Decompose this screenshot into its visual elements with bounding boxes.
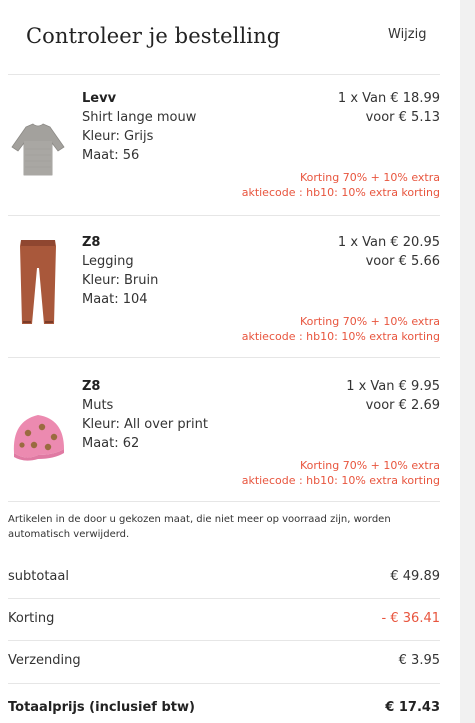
item-size: Maat: 104 [82,292,148,307]
item-sale-price: voor € 5.13 [365,110,440,125]
item-name: Legging [82,254,134,269]
item-discount: Korting 70% + 10% extra aktiecode : hb10… [242,314,440,344]
shipping-label: Verzending [8,653,81,668]
order-item: Levv Shirt lange mouw Kleur: Grijs Maat:… [8,89,440,231]
item-qty-price: 1 x Van € 20.95 [337,235,440,250]
item-brand: Levv [82,91,117,106]
subtotal-value: € 49.89 [390,569,440,584]
promo-code-line: aktiecode : hb10: 10% extra korting [241,474,440,487]
item-sale-price: voor € 2.69 [365,398,440,413]
divider [8,501,440,502]
item-color: Kleur: All over print [82,417,208,432]
shipping-value: € 3.95 [398,653,440,668]
subtotal-label: subtotaal [8,569,69,584]
stock-note: Artikelen in de door u gekozen maat, die… [8,514,391,540]
item-name: Muts [82,398,114,413]
item-price: 1 x Van € 18.99 voor € 5.13 [338,89,440,127]
divider [8,640,440,641]
total-label: Totaalprijs (inclusief btw) [8,700,195,715]
scrollbar[interactable] [460,0,475,723]
product-image-shirt [11,123,65,176]
discount-line: Korting 70% + 10% extra [299,459,440,472]
total-row: Totaalprijs (inclusief btw) € 17.43 [8,700,440,720]
subtotal-row: subtotaal € 49.89 [8,569,440,589]
item-info: Z8 Muts Kleur: All over print Maat: 62 [82,377,208,453]
order-review-panel: Controleer je bestelling Wijzig Levv Shi… [0,0,451,723]
item-qty-price: 1 x Van € 18.99 [337,91,440,106]
item-price: 1 x Van € 9.95 voor € 2.69 [346,377,440,415]
item-color: Kleur: Bruin [82,273,159,288]
item-info: Levv Shirt lange mouw Kleur: Grijs Maat:… [82,89,196,165]
item-name: Shirt lange mouw [82,110,197,125]
promo-code-line: aktiecode : hb10: 10% extra korting [241,186,440,199]
discount-label: Korting [8,611,55,626]
item-size: Maat: 62 [82,436,140,451]
product-image-legging [20,240,56,324]
order-item: Z8 Muts Kleur: All over print Maat: 62 1… [8,377,440,519]
discount-line: Korting 70% + 10% extra [299,171,440,184]
page-title: Controleer je bestelling [26,24,281,48]
item-brand: Z8 [82,235,101,250]
shipping-row: Verzending € 3.95 [8,653,440,673]
item-info: Z8 Legging Kleur: Bruin Maat: 104 [82,233,158,309]
discount-value: - € 36.41 [381,611,440,626]
total-value: € 17.43 [385,700,440,715]
discount-row: Korting - € 36.41 [8,611,440,631]
header: Controleer je bestelling Wijzig [0,0,451,75]
item-sale-price: voor € 5.66 [365,254,440,269]
item-discount: Korting 70% + 10% extra aktiecode : hb10… [242,170,440,200]
promo-code-line: aktiecode : hb10: 10% extra korting [241,330,440,343]
item-color: Kleur: Grijs [82,129,154,144]
divider [8,683,440,684]
divider [8,74,440,75]
item-qty-price: 1 x Van € 9.95 [346,379,440,394]
item-brand: Z8 [82,379,101,394]
edit-link[interactable]: Wijzig [388,27,426,42]
item-size: Maat: 56 [82,148,140,163]
item-discount: Korting 70% + 10% extra aktiecode : hb10… [242,458,440,488]
item-price: 1 x Van € 20.95 voor € 5.66 [338,233,440,271]
divider [8,598,440,599]
divider [8,357,440,358]
product-image-hat [13,415,64,461]
divider [8,215,440,216]
order-item: Z8 Legging Kleur: Bruin Maat: 104 1 x Va… [8,233,440,375]
discount-line: Korting 70% + 10% extra [299,315,440,328]
